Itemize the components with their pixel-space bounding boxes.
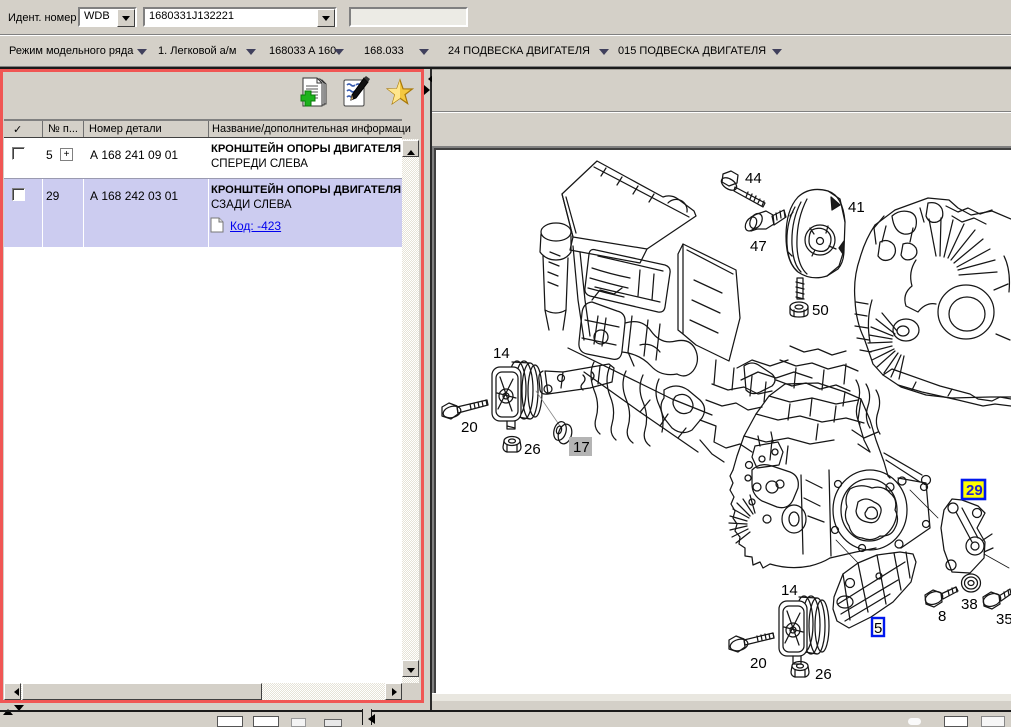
svg-text:14: 14 <box>781 582 798 599</box>
svg-text:41: 41 <box>848 199 865 216</box>
svg-text:17: 17 <box>573 439 590 456</box>
svg-text:8: 8 <box>938 608 946 625</box>
svg-text:44: 44 <box>745 170 762 187</box>
svg-text:5: 5 <box>874 620 882 637</box>
svg-text:26: 26 <box>524 441 541 458</box>
svg-text:29: 29 <box>966 482 983 499</box>
svg-text:14: 14 <box>493 345 510 362</box>
svg-text:20: 20 <box>750 655 767 672</box>
svg-text:50: 50 <box>812 302 829 319</box>
svg-text:35: 35 <box>996 611 1011 628</box>
svg-text:38: 38 <box>961 596 978 613</box>
svg-text:26: 26 <box>815 666 832 683</box>
svg-text:20: 20 <box>461 419 478 436</box>
svg-text:47: 47 <box>750 238 767 255</box>
